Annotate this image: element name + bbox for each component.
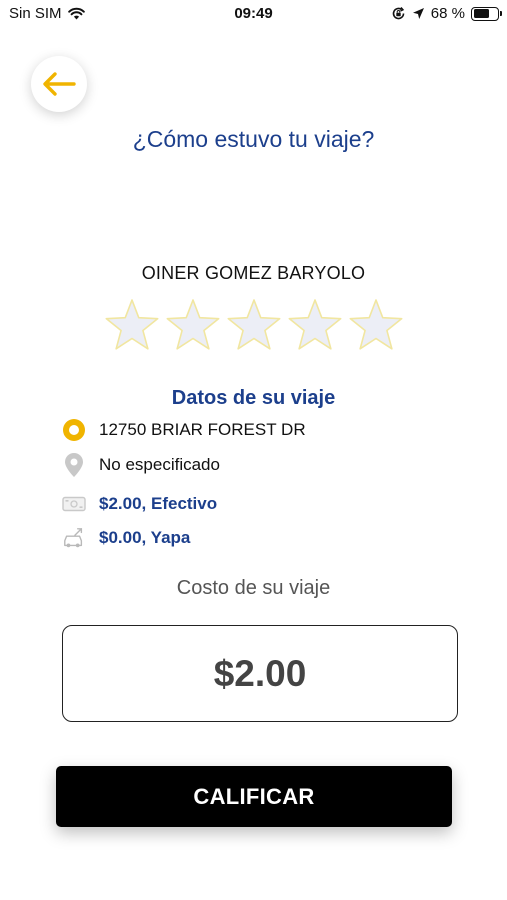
star-3-icon[interactable]	[225, 296, 283, 354]
arrow-left-icon	[43, 72, 76, 96]
cost-label: Costo de su viaje	[176, 577, 331, 599]
star-1-icon[interactable]	[103, 296, 161, 354]
star-rating	[103, 296, 405, 354]
tip-row: $0.00, Yapa	[62, 525, 190, 551]
fare-amount: $2.00, Efectivo	[99, 494, 218, 513]
battery-percent: 68 %	[430, 5, 465, 22]
page-title: ¿Cómo estuvo tu viaje?	[132, 126, 375, 152]
cost-amount: $2.00	[62, 625, 458, 722]
star-2-icon[interactable]	[164, 296, 222, 354]
battery-icon	[471, 6, 502, 21]
origin-dot-icon	[62, 418, 86, 442]
car-tip-icon	[62, 526, 86, 550]
origin-address: 12750 BRIAR FOREST DR	[99, 420, 306, 439]
star-5-icon[interactable]	[347, 296, 405, 354]
back-button[interactable]	[31, 56, 87, 112]
cash-icon	[62, 492, 86, 516]
map-pin-icon	[62, 453, 86, 477]
origin-row: 12750 BRIAR FOREST DR	[62, 417, 306, 443]
driver-name: OINER GOMEZ BARYOLO	[141, 263, 366, 283]
status-right: 68 %	[391, 5, 502, 22]
battery-level	[473, 9, 490, 18]
location-arrow-icon	[412, 8, 424, 19]
star-4-icon[interactable]	[286, 296, 344, 354]
rate-button[interactable]: CALIFICAR	[56, 766, 452, 827]
tip-amount: $0.00, Yapa	[99, 528, 191, 547]
status-bar: Sin SIM 09:49 68 %	[0, 0, 507, 28]
screen-lock-icon	[392, 7, 405, 20]
fare-row: $2.00, Efectivo	[62, 491, 217, 517]
destination-address: No especificado	[99, 455, 220, 474]
trip-details-title: Datos de su viaje	[171, 387, 336, 409]
destination-row: No especificado	[62, 452, 220, 478]
